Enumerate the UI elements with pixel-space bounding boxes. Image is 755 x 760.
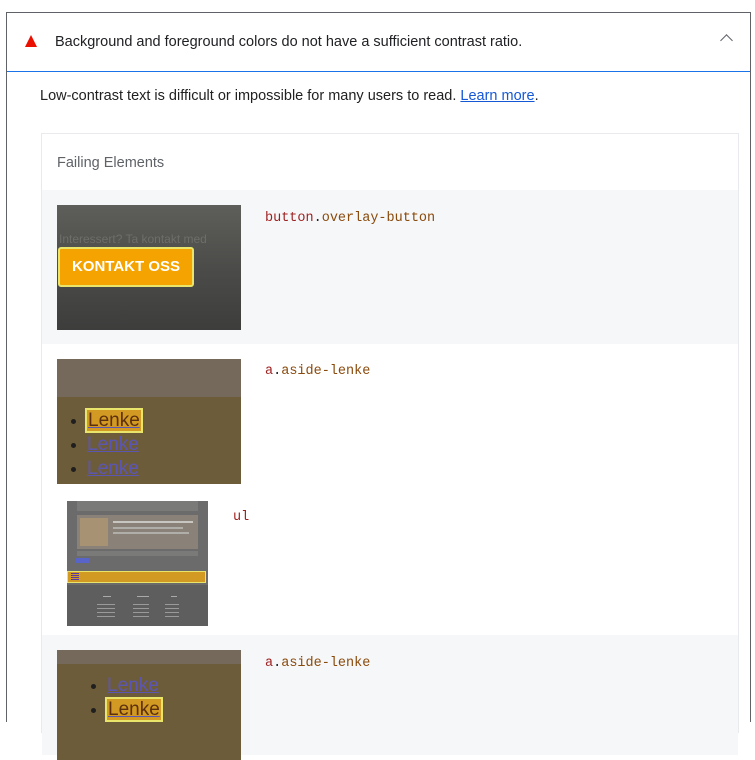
- thumb-lines: [133, 604, 149, 618]
- failing-elements-table: Failing Elements Interessert? Ta kontakt…: [41, 133, 739, 760]
- node-selector: a.aside-lenke: [265, 364, 370, 379]
- node-selector: a.aside-lenke: [265, 656, 370, 671]
- chevron-up-icon[interactable]: [720, 34, 733, 47]
- node-tag: ul: [233, 510, 250, 525]
- thumb-highlight-bar: [67, 571, 206, 583]
- node-dot: .: [313, 211, 322, 226]
- node-tag: a: [265, 656, 274, 671]
- thumb-link-list: Lenke Lenke: [91, 674, 163, 722]
- learn-more-link[interactable]: Learn more: [460, 88, 534, 104]
- thumb-list-mark: [71, 573, 79, 580]
- element-screenshot: Lenke Lenke: [57, 650, 241, 760]
- element-screenshot: Lenke Lenke Lenke: [57, 359, 241, 484]
- node-dot: .: [273, 656, 282, 671]
- thumb-link: Lenke: [91, 697, 163, 722]
- thumb-link: Lenke: [71, 408, 143, 433]
- thumb-link: Lenke: [91, 675, 159, 696]
- element-screenshot: Interessert? Ta kontakt med KONTAKT OSS: [57, 205, 241, 330]
- node-class: overlay-button: [321, 211, 436, 226]
- thumb-link: Lenke: [71, 434, 139, 455]
- contrast-audit: Background and foreground colors do not …: [6, 12, 751, 760]
- thumb-line: [171, 596, 177, 597]
- audit-title: Background and foreground colors do not …: [55, 34, 523, 50]
- node-tag: button: [265, 211, 314, 226]
- thumb-line: [103, 596, 111, 597]
- node-dot: .: [273, 364, 282, 379]
- table-heading: Failing Elements: [57, 155, 165, 171]
- table-row[interactable]: Lenke Lenke Lenke a.aside-lenke: [42, 344, 738, 490]
- thumb-line: [113, 532, 189, 534]
- thumb-block: [77, 501, 198, 511]
- thumb-link-text: Lenke: [105, 697, 163, 722]
- thumb-band: [57, 359, 241, 397]
- thumb-line: [137, 596, 149, 597]
- audit-description: Low-contrast text is difficult or imposs…: [40, 88, 539, 104]
- table-row[interactable]: Lenke Lenke a.aside-lenke: [42, 635, 738, 760]
- thumb-line: [113, 521, 193, 523]
- node-class: aside-lenke: [281, 656, 371, 671]
- thumb-link-text: Lenke: [85, 408, 143, 433]
- thumb-link-list: Lenke Lenke Lenke: [71, 408, 143, 481]
- thumb-line: [113, 527, 183, 529]
- thumb-button-text: KONTAKT OSS: [58, 247, 194, 287]
- node-selector: ul: [233, 510, 249, 525]
- audit-header[interactable]: Background and foreground colors do not …: [7, 13, 750, 72]
- thumb-lines: [165, 604, 179, 618]
- node-selector: button.overlay-button: [265, 211, 435, 226]
- thumb-band: [57, 650, 241, 664]
- thumb-lines: [97, 604, 115, 618]
- table-row[interactable]: ul: [42, 490, 738, 635]
- warning-triangle-icon: [25, 35, 37, 47]
- thumb-link: Lenke: [71, 458, 139, 479]
- element-screenshot: [67, 501, 208, 626]
- table-row[interactable]: Interessert? Ta kontakt med KONTAKT OSS …: [42, 190, 738, 344]
- thumb-button: [75, 558, 89, 563]
- node-tag: a: [265, 364, 274, 379]
- thumb-ghost-text: Interessert? Ta kontakt med: [59, 232, 207, 246]
- thumb-block: [77, 551, 198, 556]
- description-end: .: [534, 88, 539, 104]
- description-text: Low-contrast text is difficult or imposs…: [40, 88, 457, 104]
- thumb-image: [80, 518, 108, 546]
- node-class: aside-lenke: [281, 364, 371, 379]
